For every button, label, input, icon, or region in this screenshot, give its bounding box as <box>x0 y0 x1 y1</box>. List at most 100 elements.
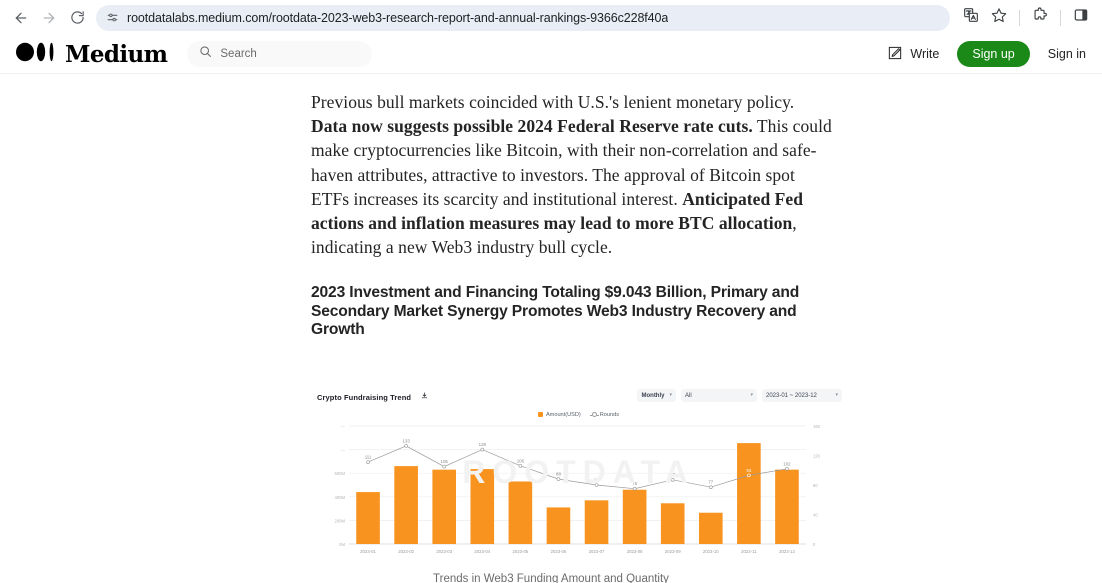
url-text: rootdatalabs.medium.com/rootdata-2023-we… <box>127 10 669 25</box>
svg-text:2023-06: 2023-06 <box>551 549 567 554</box>
svg-text:2023-07: 2023-07 <box>589 549 605 554</box>
svg-text:2023-08: 2023-08 <box>627 549 643 554</box>
chart-figure: Crypto Fundraising Trend Monthly ▾ All ▾ <box>0 380 1102 583</box>
svg-text:77: 77 <box>708 480 713 485</box>
legend-label-amount: Amount(USD) <box>545 411 581 418</box>
legend-item-rounds[interactable]: Rounds <box>589 411 620 418</box>
svg-text:2023-11: 2023-11 <box>741 549 757 554</box>
search-input[interactable]: Search <box>187 41 373 67</box>
svg-text:2023-03: 2023-03 <box>436 549 452 554</box>
svg-text:80: 80 <box>813 483 818 488</box>
svg-text:80: 80 <box>594 477 599 482</box>
figure-caption: Trends in Web3 Funding Amount and Quanti… <box>0 572 1102 583</box>
category-select[interactable]: All ▾ <box>681 389 757 403</box>
svg-text:2023-04: 2023-04 <box>474 549 490 554</box>
svg-text:200M: 200M <box>335 518 346 523</box>
article-column: Previous bull markets coincided with U.S… <box>311 90 833 340</box>
figure-caption-text[interactable]: Trends in Web3 Funding Amount and Quanti… <box>433 572 669 583</box>
extensions-button[interactable] <box>1027 5 1053 31</box>
puzzle-piece-icon <box>1032 7 1048 28</box>
bookmark-button[interactable] <box>986 5 1012 31</box>
category-select-value: All <box>685 392 692 399</box>
medium-site-header: Medium Search Write Sign up Sign in <box>0 35 1102 74</box>
toolbar-divider <box>1019 9 1020 26</box>
medium-mark-icon <box>16 41 62 68</box>
article-paragraph: Previous bull markets coincided with U.S… <box>311 90 833 259</box>
side-panel-button[interactable] <box>1068 5 1094 31</box>
svg-text:93: 93 <box>746 468 751 473</box>
chart-title-group: Crypto Fundraising Trend <box>317 387 428 405</box>
chevron-down-icon: ▾ <box>669 392 672 399</box>
crypto-fundraising-chart-card: Crypto Fundraising Trend Monthly ▾ All ▾ <box>311 380 846 560</box>
legend-swatch-amount <box>537 412 543 418</box>
date-range-value: 2023-01 ~ 2023-12 <box>766 392 817 399</box>
header-actions: Write Sign up Sign in <box>887 41 1086 67</box>
svg-text:106: 106 <box>517 458 525 463</box>
site-settings-icon[interactable] <box>106 11 119 24</box>
search-icon <box>199 45 212 63</box>
back-button[interactable] <box>8 5 34 31</box>
svg-text:160: 160 <box>813 424 821 429</box>
browser-toolbar: rootdatalabs.medium.com/rootdata-2023-we… <box>0 0 1102 35</box>
chart-header: Crypto Fundraising Trend Monthly ▾ All ▾ <box>311 381 846 405</box>
svg-text:87: 87 <box>670 472 675 477</box>
write-button[interactable]: Write <box>887 45 939 64</box>
address-bar[interactable]: rootdatalabs.medium.com/rootdata-2023-we… <box>96 4 950 31</box>
legend-label-rounds: Rounds <box>599 411 620 418</box>
download-icon[interactable] <box>421 392 428 399</box>
chart-title: Crypto Fundraising Trend <box>317 392 412 402</box>
svg-text:75: 75 <box>632 481 637 486</box>
forward-button[interactable] <box>36 5 62 31</box>
signin-link[interactable]: Sign in <box>1048 47 1086 61</box>
svg-text:2023-01: 2023-01 <box>360 549 376 554</box>
search-placeholder: Search <box>220 48 257 60</box>
svg-text:2023-05: 2023-05 <box>512 549 528 554</box>
svg-text:111: 111 <box>365 455 372 460</box>
svg-text:0M: 0M <box>339 542 345 547</box>
pencil-icon <box>887 45 903 64</box>
section-heading: 2023 Investment and Financing Totaling $… <box>311 284 800 339</box>
chart-plot-area: ROOTDATA 0M 200M 400M 600M — —0 40 80 120 160 111 1… <box>311 420 846 560</box>
toolbar-actions <box>958 5 1094 31</box>
chart-legend: Amount(USD) Rounds <box>311 412 846 418</box>
signup-button[interactable]: Sign up <box>957 41 1030 67</box>
svg-text:2023-10: 2023-10 <box>703 549 719 554</box>
period-select[interactable]: Monthly ▾ <box>637 389 676 403</box>
chart-controls: Monthly ▾ All ▾ 2023-01 ~ 2023-12 ▾ <box>637 389 842 403</box>
medium-wordmark-text: Medium <box>65 40 168 68</box>
svg-text:2023-02: 2023-02 <box>398 549 414 554</box>
translate-icon <box>963 7 979 28</box>
legend-item-amount[interactable]: Amount(USD) <box>537 411 581 418</box>
chevron-down-icon-3: ▾ <box>835 392 838 399</box>
svg-text:102: 102 <box>783 461 791 466</box>
svg-text:105: 105 <box>441 459 449 464</box>
translate-button[interactable] <box>958 5 984 31</box>
svg-text:2023-12: 2023-12 <box>779 549 795 554</box>
date-range-select[interactable]: 2023-01 ~ 2023-12 ▾ <box>762 389 842 403</box>
reload-button[interactable] <box>64 5 90 31</box>
reload-icon <box>70 10 85 25</box>
forward-arrow-icon <box>41 10 57 26</box>
para-bold-1: Data now suggests possible 2024 Federal … <box>311 116 753 137</box>
svg-text:0: 0 <box>813 542 816 547</box>
star-icon <box>991 7 1007 28</box>
svg-text:—: — <box>341 448 346 453</box>
svg-text:120: 120 <box>813 453 821 458</box>
svg-text:133: 133 <box>402 438 410 443</box>
chart-svg: 0M 200M 400M 600M — — 0 40 80 120 160 111 133 105 128 1… <box>335 424 821 554</box>
back-arrow-icon <box>13 10 29 26</box>
medium-logo[interactable]: Medium <box>16 40 168 68</box>
article-content: Previous bull markets coincided with U.S… <box>0 74 1102 583</box>
svg-text:128: 128 <box>479 442 487 447</box>
side-panel-icon <box>1073 7 1089 28</box>
svg-text:2023-09: 2023-09 <box>665 549 681 554</box>
svg-text:—: — <box>341 424 346 429</box>
period-select-value: Monthly <box>641 392 665 399</box>
toolbar-divider-2 <box>1060 9 1061 26</box>
write-label: Write <box>910 47 940 61</box>
chevron-down-icon-2: ▾ <box>750 392 753 399</box>
svg-text:600M: 600M <box>335 471 346 476</box>
svg-text:400M: 400M <box>335 495 346 500</box>
legend-swatch-rounds <box>589 412 599 418</box>
svg-text:40: 40 <box>813 512 818 517</box>
